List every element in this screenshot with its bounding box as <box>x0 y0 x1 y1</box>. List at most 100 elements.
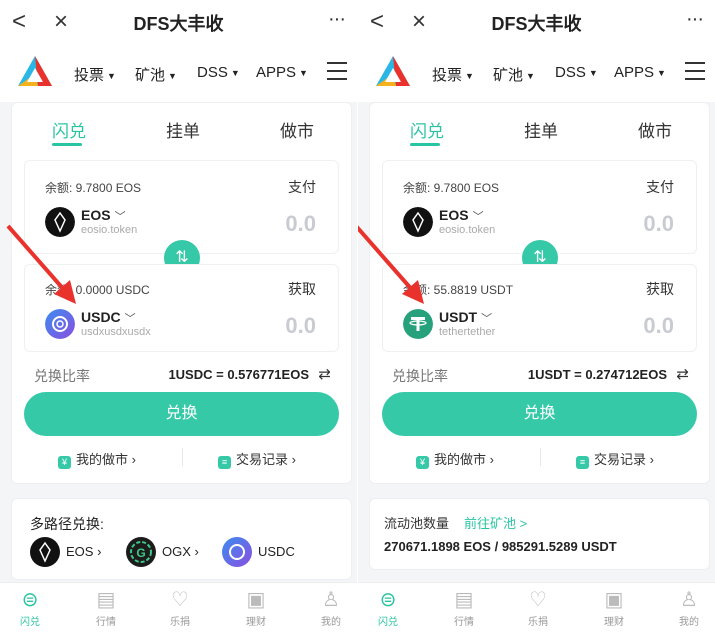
footer-divider <box>540 448 541 466</box>
tab-market-making[interactable]: 做市 <box>638 117 672 142</box>
heart-icon: ♡ <box>529 589 547 611</box>
bottom-tab-swap[interactable]: ⊜ 闪兑 <box>368 587 408 628</box>
pay-token-contract: eosio.token <box>439 224 496 236</box>
my-market-link[interactable]: ¥ 我的做市 › <box>58 449 136 469</box>
bottom-tab-market[interactable]: ▤ 行情 <box>86 587 126 628</box>
nav-vote[interactable]: 投票 ▼ <box>432 64 474 85</box>
pay-label: 支付 <box>646 179 674 195</box>
bottom-tab-finance[interactable]: ▣ 理财 <box>236 587 276 628</box>
usdc-icon <box>222 537 252 567</box>
receive-token-selector[interactable]: USDT ﹀ <box>439 309 492 326</box>
nav-pool[interactable]: 矿池 ▼ <box>493 64 535 85</box>
bottom-tab-market[interactable]: ▤ 行情 <box>444 587 484 628</box>
pool-amount: 270671.1898 EOS / 985291.5289 USDT <box>384 539 617 554</box>
tab-bar: 闪兑 挂单 做市 <box>12 103 351 153</box>
rate-label: 兑换比率 <box>34 368 90 384</box>
tab-flash-swap[interactable]: 闪兑 <box>52 117 86 142</box>
path-step-usdc: USDC <box>258 544 295 559</box>
pay-balance: 余额: 9.7800 EOS <box>403 181 500 195</box>
swap-button[interactable]: 兑换 <box>24 392 339 436</box>
footer-divider <box>182 448 183 466</box>
pool-label: 流动池数量 <box>384 516 450 531</box>
nav-pool[interactable]: 矿池 ▼ <box>135 64 177 85</box>
swap-tab-icon: ⊜ <box>21 589 39 611</box>
usdt-icon[interactable] <box>403 309 433 339</box>
receive-token-contract: usdxusdxusdx <box>81 326 151 338</box>
my-market-link[interactable]: ¥ 我的做市 › <box>416 449 494 469</box>
top-bar: < × DFS大丰收 ··· <box>0 0 357 44</box>
pay-amount-input[interactable]: 0.0 <box>643 211 674 237</box>
user-icon: ♙ <box>322 589 340 611</box>
tab-underline <box>410 143 440 146</box>
bottom-tab-swap[interactable]: ⊜ 闪兑 <box>10 587 50 628</box>
more-button[interactable]: ··· <box>686 8 704 31</box>
top-bar: < × DFS大丰收 ··· <box>358 0 715 44</box>
tab-underline <box>52 143 82 146</box>
tab-bar: 闪兑 挂单 做市 <box>370 103 709 153</box>
bottom-tab-finance[interactable]: ▣ 理财 <box>594 587 634 628</box>
nav-apps[interactable]: APPS ▼ <box>256 64 308 81</box>
receive-label: 获取 <box>646 281 674 297</box>
rate-label: 兑换比率 <box>392 368 448 384</box>
tab-market-making[interactable]: 做市 <box>280 117 314 142</box>
path-step-eos: EOS › <box>66 544 102 559</box>
eos-icon <box>30 537 60 567</box>
wallet-icon: ▣ <box>246 589 266 611</box>
pay-token-selector[interactable]: EOS ﹀ <box>81 207 126 224</box>
bottom-tab-donate[interactable]: ♡ 乐捐 <box>160 587 200 628</box>
pay-token-selector[interactable]: EOS ﹀ <box>439 207 484 224</box>
bottom-tab-donate[interactable]: ♡ 乐捐 <box>518 587 558 628</box>
yen-shield-icon: ¥ <box>58 456 71 469</box>
dfs-logo[interactable] <box>16 54 54 90</box>
bottom-tab-bar: ⊜ 闪兑 ▤ 行情 ♡ 乐捐 ▣ 理财 ♙ 我的 <box>0 582 357 638</box>
receive-token-contract: tethertether <box>439 326 496 338</box>
market-tab-icon: ▤ <box>454 589 474 611</box>
app-title: DFS大丰收 <box>491 14 582 34</box>
nav-vote[interactable]: 投票 ▼ <box>74 64 116 85</box>
liquidity-pool-card: 流动池数量 前往矿池 > 270671.1898 EOS / 985291.52… <box>369 498 710 570</box>
bottom-tab-me[interactable]: ♙ 我的 <box>669 587 709 628</box>
trade-records-link[interactable]: ≡ 交易记录 › <box>576 449 654 469</box>
more-button[interactable]: ··· <box>328 8 346 31</box>
usdc-icon[interactable] <box>45 309 75 339</box>
hamburger-menu-icon[interactable] <box>327 62 347 80</box>
go-to-pool-link[interactable]: 前往矿池 > <box>464 513 527 532</box>
swap-tab-icon: ⊜ <box>379 589 397 611</box>
receive-token-selector[interactable]: USDC ﹀ <box>81 309 136 326</box>
bottom-tab-bar: ⊜ 闪兑 ▤ 行情 ♡ 乐捐 ▣ 理财 ♙ 我的 <box>358 582 715 638</box>
clipboard-icon: ≡ <box>576 456 589 469</box>
red-arrow-annotation <box>6 224 76 304</box>
hamburger-menu-icon[interactable] <box>685 62 705 80</box>
receive-amount: 0.0 <box>643 313 674 338</box>
yen-shield-icon: ¥ <box>416 456 429 469</box>
main-nav: 投票 ▼ 矿池 ▼ DSS ▼ APPS ▼ <box>358 44 715 102</box>
right-pane: < × DFS大丰收 ··· 投票 ▼ 矿池 ▼ DSS ▼ APPS ▼ 闪兑 挂单 … <box>358 0 715 638</box>
trade-records-link[interactable]: ≡ 交易记录 › <box>218 449 296 469</box>
user-icon: ♙ <box>680 589 698 611</box>
tab-limit-order[interactable]: 挂单 <box>524 117 558 142</box>
nav-dss[interactable]: DSS ▼ <box>197 64 240 81</box>
dfs-logo[interactable] <box>374 54 412 90</box>
receive-amount: 0.0 <box>285 313 316 338</box>
refresh-rate-icon[interactable]: ⇄ <box>676 365 689 383</box>
multi-path-card: 多路径兑换: EOS › G OGX › USDC <box>11 498 352 580</box>
left-pane: < × DFS大丰收 ··· 投票 ▼ 矿池 ▼ DSS ▼ APPS ▼ 闪兑 挂单 … <box>0 0 357 638</box>
pay-amount-input[interactable]: 0.0 <box>285 211 316 237</box>
refresh-rate-icon[interactable]: ⇄ <box>318 365 331 383</box>
heart-icon: ♡ <box>171 589 189 611</box>
main-nav: 投票 ▼ 矿池 ▼ DSS ▼ APPS ▼ <box>0 44 357 102</box>
clipboard-icon: ≡ <box>218 456 231 469</box>
bottom-tab-me[interactable]: ♙ 我的 <box>311 587 351 628</box>
nav-dss[interactable]: DSS ▼ <box>555 64 598 81</box>
pay-label: 支付 <box>288 179 316 195</box>
rate-value: 1USDT = 0.274712EOS <box>527 367 667 382</box>
tab-limit-order[interactable]: 挂单 <box>166 117 200 142</box>
tab-flash-swap[interactable]: 闪兑 <box>410 117 444 142</box>
pay-token-contract: eosio.token <box>81 224 138 236</box>
swap-button[interactable]: 兑换 <box>382 392 697 436</box>
market-tab-icon: ▤ <box>96 589 116 611</box>
rate-value: 1USDC = 0.576771EOS <box>168 367 309 382</box>
svg-text:G: G <box>136 546 145 560</box>
ogx-icon: G <box>126 537 156 567</box>
nav-apps[interactable]: APPS ▼ <box>614 64 666 81</box>
